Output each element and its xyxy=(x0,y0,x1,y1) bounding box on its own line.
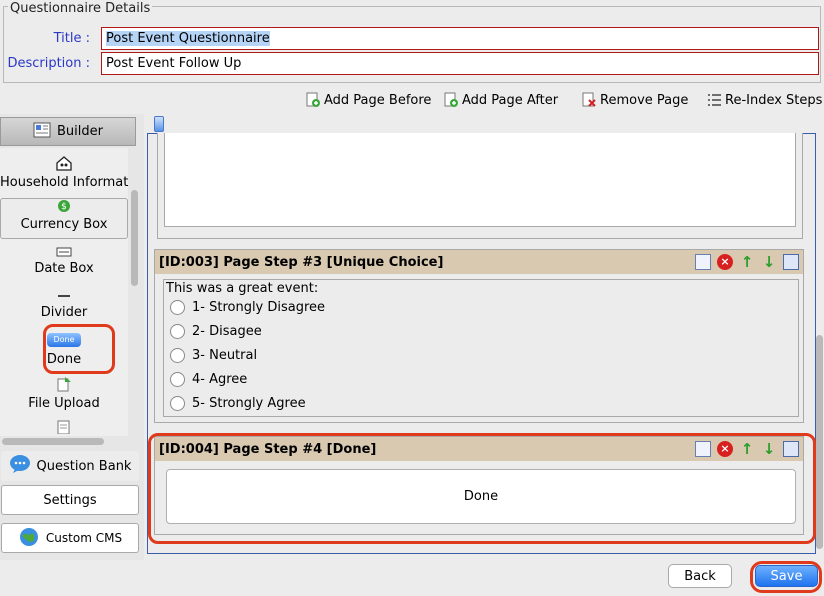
choice-option[interactable]: 5- Strongly Agree xyxy=(170,396,306,411)
step-header: [ID:003] Page Step #3 [Unique Choice] × … xyxy=(155,250,803,274)
done-icon: Done xyxy=(47,333,81,347)
globe-icon xyxy=(18,526,40,551)
palette-item-household[interactable]: Household Informat xyxy=(0,155,128,190)
divider-icon xyxy=(0,290,128,305)
step-title: [ID:003] Page Step #3 [Unique Choice] xyxy=(159,254,444,270)
edit-icon[interactable] xyxy=(695,441,711,457)
list-icon xyxy=(706,92,722,108)
chat-bubble-icon xyxy=(9,454,31,478)
choice-label: 3- Neutral xyxy=(192,348,258,363)
choice-option[interactable]: 1- Strongly Disagree xyxy=(170,300,325,315)
done-preview-button[interactable]: Done xyxy=(166,469,796,524)
palette-horizontal-scrollbar[interactable] xyxy=(2,438,104,445)
reindex-steps-button[interactable]: Re-Index Steps xyxy=(706,92,822,108)
add-page-before-button[interactable]: Add Page Before xyxy=(305,92,431,108)
arrow-down-icon[interactable]: ↓ xyxy=(761,441,777,457)
builder-label: Builder xyxy=(57,124,103,139)
currency-icon: $ xyxy=(1,199,127,217)
palette-item-label: Divider xyxy=(40,305,88,320)
builder-tab[interactable]: Builder xyxy=(0,117,136,146)
edit-form-icon xyxy=(0,420,128,438)
radio-button[interactable] xyxy=(170,324,185,339)
arrow-up-icon[interactable]: ↑ xyxy=(739,254,755,270)
description-label: Description : xyxy=(7,56,90,71)
description-field[interactable]: Post Event Follow Up xyxy=(101,52,819,75)
household-icon xyxy=(0,155,128,175)
palette-item-divider[interactable]: Divider xyxy=(0,290,128,320)
palette-item-partial[interactable] xyxy=(0,420,128,438)
question-text: This was a great event: xyxy=(166,281,319,296)
palette-item-done[interactable]: Done Done xyxy=(0,333,128,367)
choice-label: 1- Strongly Disagree xyxy=(192,300,326,315)
radio-button[interactable] xyxy=(170,300,185,315)
choice-label: 2- Disagee xyxy=(192,324,262,339)
choice-option[interactable]: 4- Agree xyxy=(170,372,247,387)
edit-icon[interactable] xyxy=(695,254,711,270)
main-vertical-scrollbar[interactable] xyxy=(816,335,823,549)
arrow-up-icon[interactable]: ↑ xyxy=(739,441,755,457)
previous-step-panel xyxy=(157,133,803,239)
date-icon xyxy=(0,246,128,261)
choice-option[interactable]: 3- Neutral xyxy=(170,348,257,363)
delete-icon[interactable]: × xyxy=(717,254,733,270)
questionnaire-details-legend: Questionnaire Details xyxy=(8,1,153,16)
file-upload-icon xyxy=(0,376,128,396)
question-bank-button[interactable]: Question Bank xyxy=(1,451,139,481)
palette-item-currency-box[interactable]: $ Currency Box xyxy=(0,198,128,239)
add-page-after-label: Add Page After xyxy=(462,92,559,108)
previous-step-content xyxy=(164,133,796,227)
palette-vertical-scrollbar[interactable] xyxy=(131,190,138,286)
builder-icon xyxy=(33,122,51,142)
add-page-after-button[interactable]: Add Page After xyxy=(443,92,558,108)
builder-tab-marker[interactable] xyxy=(154,116,164,132)
add-page-icon xyxy=(305,92,321,108)
radio-button[interactable] xyxy=(170,396,185,411)
palette-item-label: File Upload xyxy=(28,396,100,411)
remove-page-icon xyxy=(581,92,597,108)
delete-icon[interactable]: × xyxy=(717,441,733,457)
palette-item-label: Currency Box xyxy=(20,217,108,232)
choice-label: 4- Agree xyxy=(192,372,248,387)
choice-option[interactable]: 2- Disagee xyxy=(170,324,262,339)
settings-button[interactable]: Settings xyxy=(1,485,139,515)
copy-icon[interactable] xyxy=(783,254,799,270)
radio-button[interactable] xyxy=(170,348,185,363)
settings-label: Settings xyxy=(43,492,97,508)
step-title: [ID:004] Page Step #4 [Done] xyxy=(159,441,377,457)
remove-page-button[interactable]: Remove Page xyxy=(581,92,688,108)
arrow-down-icon[interactable]: ↓ xyxy=(761,254,777,270)
title-field[interactable]: Post Event Questionnaire xyxy=(101,27,819,50)
copy-icon[interactable] xyxy=(783,441,799,457)
svg-text:$: $ xyxy=(61,202,67,212)
palette-item-label: Household Informat xyxy=(0,175,129,190)
save-button[interactable]: Save xyxy=(755,565,818,587)
add-page-before-label: Add Page Before xyxy=(324,92,432,108)
title-value: Post Event Questionnaire xyxy=(106,31,270,46)
step-panel-done: [ID:004] Page Step #4 [Done] × ↑ ↓ Done xyxy=(154,436,804,535)
remove-page-label: Remove Page xyxy=(600,92,689,108)
custom-cms-label: Custom CMS xyxy=(45,531,123,545)
palette-item-date-box[interactable]: Date Box xyxy=(0,246,128,276)
step-header: [ID:004] Page Step #4 [Done] × ↑ ↓ xyxy=(155,437,803,461)
palette-item-label: Date Box xyxy=(34,261,94,276)
palette-item-label: Done xyxy=(46,352,82,367)
description-value: Post Event Follow Up xyxy=(106,56,242,71)
back-button[interactable]: Back xyxy=(668,564,732,588)
custom-cms-button[interactable]: Custom CMS xyxy=(1,523,139,553)
reindex-steps-label: Re-Index Steps xyxy=(725,92,823,108)
choice-label: 5- Strongly Agree xyxy=(192,396,306,411)
add-page-icon xyxy=(443,92,459,108)
palette-item-file-upload[interactable]: File Upload xyxy=(0,376,128,411)
radio-button[interactable] xyxy=(170,372,185,387)
question-bank-label: Question Bank xyxy=(36,458,132,474)
title-label: Title : xyxy=(53,31,90,46)
